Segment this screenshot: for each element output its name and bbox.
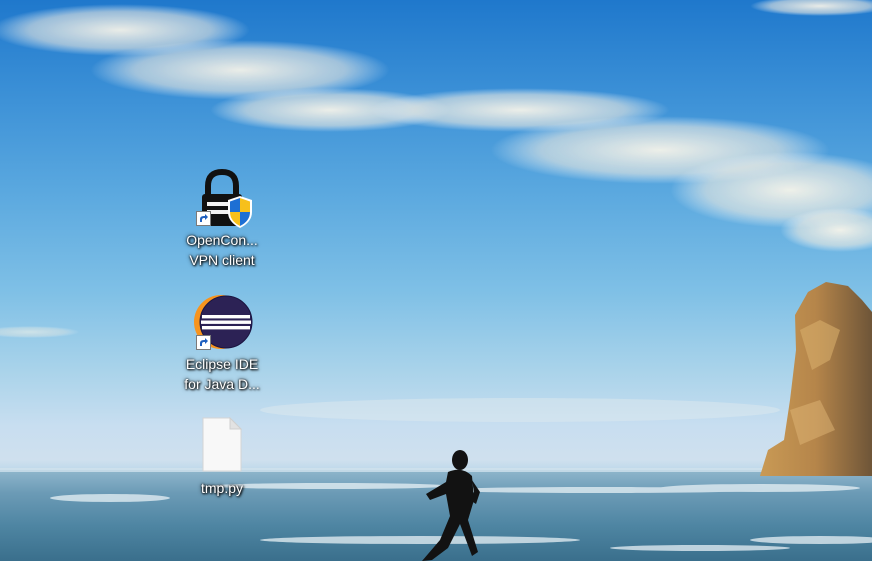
- desktop-wallpaper: [0, 0, 872, 561]
- blank-file-icon: [190, 416, 254, 476]
- icon-label: OpenCon... VPN client: [186, 232, 258, 268]
- clouds: [0, 0, 872, 422]
- desktop-icon-openconnect-vpn[interactable]: OpenCon... VPN client: [176, 168, 268, 270]
- sea-rock: [760, 282, 872, 476]
- shortcut-arrow-icon: [196, 211, 211, 226]
- desktop[interactable]: OpenCon... VPN client Eclipse IDE for Ja…: [0, 0, 872, 561]
- icon-label: Eclipse IDE for Java D...: [184, 356, 260, 392]
- icon-label: tmp.py: [200, 480, 243, 496]
- eclipse-ide-icon: [190, 292, 254, 352]
- desktop-icon-eclipse-ide[interactable]: Eclipse IDE for Java D...: [176, 292, 268, 394]
- desktop-icon-tmp-py[interactable]: tmp.py: [176, 416, 268, 498]
- shortcut-arrow-icon: [196, 335, 211, 350]
- openconnect-vpn-icon: [190, 168, 254, 228]
